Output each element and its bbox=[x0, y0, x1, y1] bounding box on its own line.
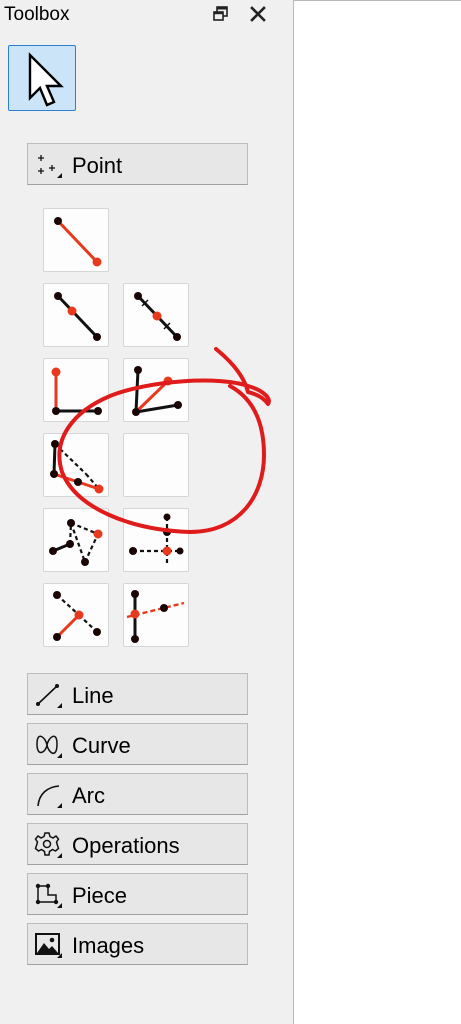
point-along-line-tool[interactable] bbox=[43, 283, 109, 347]
triangle-point-icon bbox=[129, 513, 184, 566]
point-on-line-icon bbox=[134, 292, 181, 341]
point-group-button[interactable]: Point bbox=[27, 143, 248, 185]
piece-group-label: Piece bbox=[72, 883, 128, 908]
normal-point-tool[interactable] bbox=[43, 358, 109, 422]
shoulder-point-icon bbox=[50, 440, 104, 494]
toolbox-title-bar: Toolbox bbox=[0, 0, 293, 28]
line-group-icon bbox=[36, 684, 62, 708]
triangle-point-tool[interactable] bbox=[123, 508, 189, 572]
images-group-label: Images bbox=[72, 933, 145, 958]
bisector-point-icon bbox=[132, 366, 182, 416]
line-intersect-axis-tool[interactable] bbox=[123, 583, 189, 647]
pointer-tool-button[interactable] bbox=[8, 45, 76, 111]
point-at-distance-tool[interactable] bbox=[43, 208, 109, 272]
operations-group-button[interactable]: Operations bbox=[27, 823, 248, 865]
arc-group-icon bbox=[37, 785, 62, 808]
curve-group-button[interactable]: Curve bbox=[27, 723, 248, 765]
point-along-line-icon bbox=[54, 292, 101, 341]
operations-group-label: Operations bbox=[72, 833, 180, 858]
toolbox-title: Toolbox bbox=[4, 4, 70, 25]
normal-point-icon bbox=[51, 367, 102, 415]
shoulder-point-tool[interactable] bbox=[43, 433, 109, 497]
piece-group-icon bbox=[35, 883, 62, 908]
close-icon[interactable] bbox=[248, 4, 268, 24]
curve-group-label: Curve bbox=[72, 733, 131, 758]
arc-group-button[interactable]: Arc bbox=[27, 773, 248, 815]
point-of-contact-tool[interactable] bbox=[43, 508, 109, 572]
toolbox-panel: Toolbox Point Line Curve Arc Operations … bbox=[0, 0, 293, 1024]
gear-icon bbox=[34, 832, 62, 858]
piece-group-button[interactable]: Piece bbox=[27, 873, 248, 915]
height-point-icon bbox=[53, 591, 101, 641]
arc-group-label: Arc bbox=[72, 783, 105, 808]
curve-group-icon bbox=[36, 735, 62, 758]
images-group-button[interactable]: Images bbox=[27, 923, 248, 965]
line-group-button[interactable]: Line bbox=[27, 673, 248, 715]
point-at-distance-icon bbox=[54, 217, 102, 267]
float-window-icon[interactable] bbox=[212, 5, 230, 23]
height-point-tool[interactable] bbox=[43, 583, 109, 647]
point-group-icon bbox=[38, 155, 62, 178]
line-group-label: Line bbox=[72, 683, 114, 708]
drawing-canvas[interactable] bbox=[293, 0, 461, 1024]
bisector-point-tool[interactable] bbox=[123, 358, 189, 422]
arrow-pointer-icon bbox=[28, 52, 64, 107]
image-icon bbox=[35, 933, 62, 958]
point-on-line-tool[interactable] bbox=[123, 283, 189, 347]
line-intersect-axis-icon bbox=[126, 590, 185, 643]
point-of-contact-icon bbox=[49, 519, 103, 566]
empty-tool-slot bbox=[123, 433, 189, 497]
point-group-label: Point bbox=[72, 153, 123, 178]
